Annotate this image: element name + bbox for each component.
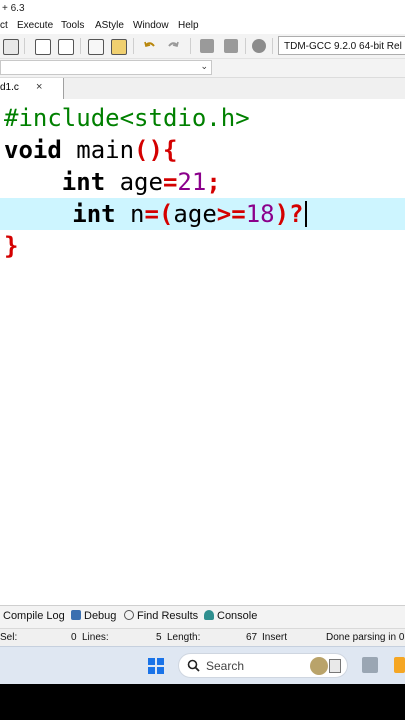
windows-start-icon[interactable] — [148, 658, 164, 674]
status-lines-value: 5 — [156, 632, 162, 643]
status-bar: Sel: 0 Lines: 5 Length: 67 Insert Done p… — [0, 628, 405, 647]
menu-bar: ct Execute Tools AStyle Window Help — [0, 17, 405, 34]
debug-icon — [71, 610, 81, 620]
chevron-down-icon: ⌄ — [200, 61, 208, 71]
menu-astyle[interactable]: AStyle — [95, 20, 124, 31]
tab-debug[interactable]: Debug — [71, 610, 116, 622]
menu-project[interactable]: ct — [0, 20, 8, 31]
toolbar-separator — [272, 38, 273, 54]
toolbar: TDM-GCC 9.2.0 64-bit Rel — [0, 34, 405, 59]
bookmark-icon[interactable] — [111, 39, 127, 55]
windows-taskbar: Search — [0, 646, 405, 685]
menu-tools[interactable]: Tools — [61, 20, 84, 31]
toolbar-separator — [245, 38, 246, 54]
text-cursor — [305, 201, 307, 227]
toolbar-separator — [80, 38, 81, 54]
class-browser-bar: ⌄ — [0, 59, 405, 78]
editor-tab-bar: d1.c × — [0, 78, 405, 100]
status-sel-value: 0 — [71, 632, 77, 643]
find-results-icon — [124, 610, 134, 620]
code-line-5: } — [4, 232, 19, 260]
taskbar-search[interactable]: Search — [178, 653, 348, 678]
find-icon[interactable] — [35, 39, 51, 55]
code-line-2: void main(){ — [4, 136, 178, 164]
replace-icon[interactable] — [58, 39, 74, 55]
close-icon[interactable]: × — [36, 77, 42, 97]
tab-compile-log[interactable]: Compile Log — [3, 610, 65, 622]
search-icon — [187, 659, 200, 672]
code-line-1: #include<stdio.h> — [4, 104, 250, 132]
title-bar: + 6.3 — [0, 0, 405, 17]
status-length-value: 67 — [246, 632, 258, 643]
code-line-4-active: int n=(age>=18)? — [0, 198, 405, 230]
task-view-icon[interactable] — [362, 657, 378, 673]
tab-find-results[interactable]: Find Results — [124, 610, 198, 622]
menu-execute[interactable]: Execute — [17, 20, 53, 31]
status-mode: Insert — [262, 632, 288, 643]
search-highlight-icon — [310, 657, 328, 675]
function-dropdown[interactable]: ⌄ — [0, 60, 212, 75]
unindent-icon[interactable] — [224, 39, 238, 53]
toolbar-separator — [133, 38, 134, 54]
indent-icon[interactable] — [200, 39, 214, 53]
menu-window[interactable]: Window — [133, 20, 169, 31]
console-icon — [204, 610, 214, 620]
pinned-app-icon[interactable] — [394, 657, 405, 673]
goto-line-icon[interactable] — [88, 39, 104, 55]
widget-icon — [329, 659, 341, 673]
status-lines-label: Lines: — [82, 632, 109, 643]
code-editor[interactable]: #include<stdio.h> void main(){ int age=2… — [0, 99, 405, 605]
toolbar-separator — [190, 38, 191, 54]
status-message: Done parsing in 0 — [326, 632, 405, 643]
compiler-select[interactable]: TDM-GCC 9.2.0 64-bit Rel — [278, 36, 405, 55]
search-label: Search — [206, 659, 245, 673]
toolbar-separator — [24, 38, 25, 54]
menu-help[interactable]: Help — [178, 20, 199, 31]
screen-bottom-border — [0, 684, 405, 720]
code-line-3: int age=21; — [61, 168, 221, 196]
status-length-label: Length: — [167, 632, 201, 643]
file-tab[interactable]: d1.c × — [0, 78, 64, 99]
bottom-panel-tabs: Compile Log Debug Find Results Console — [0, 605, 405, 628]
redo-icon[interactable] — [166, 39, 180, 53]
file-tab-name: d1.c — [0, 82, 19, 93]
print-icon[interactable] — [3, 39, 19, 55]
undo-icon[interactable] — [143, 39, 157, 53]
toggle-comment-icon[interactable] — [252, 39, 266, 53]
tab-console[interactable]: Console — [204, 610, 257, 622]
window-title: + 6.3 — [2, 3, 25, 14]
status-sel-label: Sel: — [0, 632, 18, 643]
